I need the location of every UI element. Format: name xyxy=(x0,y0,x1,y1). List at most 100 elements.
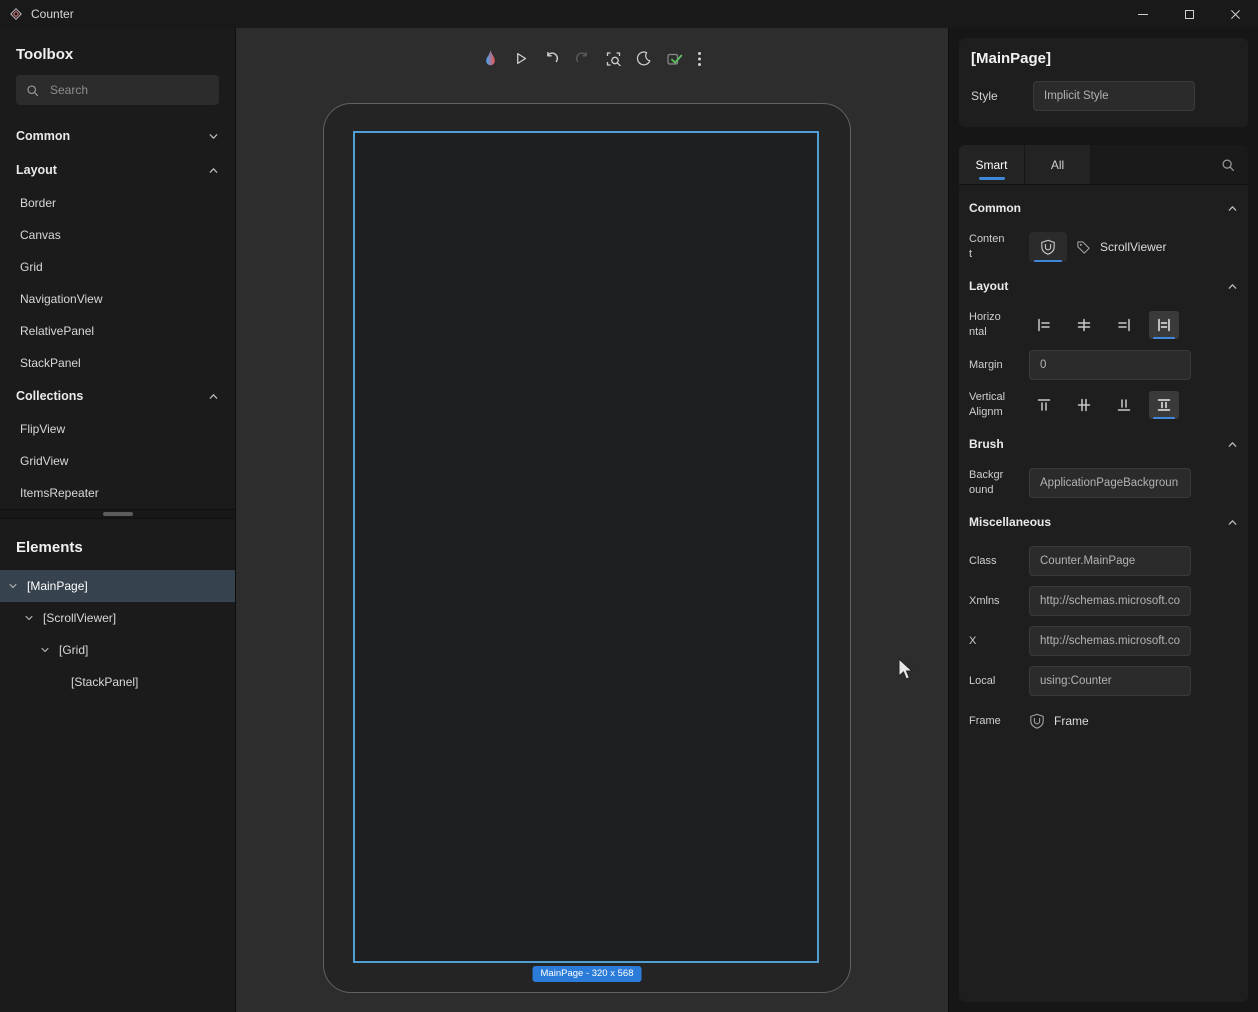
uno-logo-icon xyxy=(1029,713,1045,729)
toolbox-item-border[interactable]: Border xyxy=(0,187,235,219)
chevron-down-icon xyxy=(8,581,20,591)
minimize-icon xyxy=(1138,14,1148,15)
tree-item-label: [Grid] xyxy=(59,643,88,657)
align-vertical-top-button[interactable] xyxy=(1029,391,1059,419)
chevron-up-icon xyxy=(1227,517,1238,528)
section-common[interactable]: Common xyxy=(969,189,1238,227)
toolbox-search[interactable] xyxy=(16,75,219,105)
search-icon xyxy=(1221,158,1235,172)
hot-design-flame-icon[interactable] xyxy=(483,49,499,68)
align-horizontal-left-button[interactable] xyxy=(1029,311,1059,339)
margin-input[interactable] xyxy=(1029,350,1191,380)
design-canvas: MainPage - 320 x 568 xyxy=(236,28,948,1012)
xmlns-input[interactable] xyxy=(1029,586,1191,616)
toolbox-item-canvas[interactable]: Canvas xyxy=(0,219,235,251)
properties-card: Smart All Common Conten t xyxy=(959,145,1248,1002)
maximize-icon xyxy=(1185,10,1194,19)
selected-element-title: [MainPage] xyxy=(971,50,1236,67)
margin-row: Margin xyxy=(969,345,1238,385)
align-horizontal-stretch-button[interactable] xyxy=(1149,311,1179,339)
toolbox-item-navigationview[interactable]: NavigationView xyxy=(0,283,235,315)
more-options-icon[interactable] xyxy=(698,51,702,67)
properties-search-button[interactable] xyxy=(1208,145,1248,184)
section-label: Common xyxy=(16,129,70,143)
zoom-selection-icon[interactable] xyxy=(606,51,622,67)
horizontal-alignment-label: Horizo ntal xyxy=(969,310,1021,340)
tree-item-label: [ScrollViewer] xyxy=(43,611,116,625)
section-brush[interactable]: Brush xyxy=(969,425,1238,463)
section-label: Common xyxy=(969,201,1021,215)
tree-item-stackpanel[interactable]: [StackPanel] xyxy=(0,666,235,698)
vertical-alignment-label: Vertical Alignm xyxy=(969,390,1021,420)
xmlns-row: Xmlns xyxy=(969,581,1238,621)
design-toolbar xyxy=(483,49,702,68)
class-input[interactable] xyxy=(1029,546,1191,576)
chevron-up-icon xyxy=(1227,281,1238,292)
uno-logo-icon xyxy=(1040,239,1056,255)
xmlns-label: Xmlns xyxy=(969,594,1021,609)
content-value[interactable]: ScrollViewer xyxy=(1100,240,1166,254)
toolbox-section-collections[interactable]: Collections xyxy=(0,379,235,413)
chevron-up-icon xyxy=(1227,439,1238,450)
content-element-button[interactable] xyxy=(1029,232,1067,262)
align-horizontal-right-button[interactable] xyxy=(1109,311,1139,339)
local-label: Local xyxy=(969,674,1021,689)
property-inspector: [MainPage] Style Smart All Common xyxy=(948,28,1258,1012)
panel-splitter[interactable] xyxy=(0,509,235,519)
chevron-up-icon xyxy=(1227,203,1238,214)
background-input[interactable] xyxy=(1029,468,1191,498)
search-icon xyxy=(26,84,39,97)
theme-toggle-icon[interactable] xyxy=(637,51,652,66)
local-input[interactable] xyxy=(1029,666,1191,696)
section-layout[interactable]: Layout xyxy=(969,267,1238,305)
toolbox-title: Toolbox xyxy=(0,28,235,75)
tab-smart[interactable]: Smart xyxy=(959,145,1025,184)
device-frame: MainPage - 320 x 568 xyxy=(323,103,851,993)
toolbox-item-itemsrepeater[interactable]: ItemsRepeater xyxy=(0,477,235,509)
margin-label: Margin xyxy=(969,358,1021,373)
align-horizontal-center-button[interactable] xyxy=(1069,311,1099,339)
toolbox-item-stackpanel[interactable]: StackPanel xyxy=(0,347,235,379)
align-vertical-center-button[interactable] xyxy=(1069,391,1099,419)
x-row: X xyxy=(969,621,1238,661)
tab-all[interactable]: All xyxy=(1025,145,1091,184)
align-vertical-stretch-button[interactable] xyxy=(1149,391,1179,419)
mainpage-design-surface[interactable] xyxy=(353,131,819,963)
undo-icon[interactable] xyxy=(544,51,560,67)
local-row: Local xyxy=(969,661,1238,701)
toolbox-search-input[interactable] xyxy=(48,82,209,98)
play-icon[interactable] xyxy=(514,51,529,66)
section-label: Collections xyxy=(16,389,83,403)
mouse-cursor-icon xyxy=(897,658,915,682)
tree-item-scrollviewer[interactable]: [ScrollViewer] xyxy=(0,602,235,634)
toolbox-section-layout[interactable]: Layout xyxy=(0,153,235,187)
close-icon xyxy=(1230,9,1241,20)
toolbox-item-grid[interactable]: Grid xyxy=(0,251,235,283)
elements-title: Elements xyxy=(0,519,235,570)
x-input[interactable] xyxy=(1029,626,1191,656)
window-title: Counter xyxy=(31,7,74,21)
toolbox-section-common[interactable]: Common xyxy=(0,119,235,153)
maximize-button[interactable] xyxy=(1166,0,1212,28)
left-sidebar: Toolbox Common Layout Border Canvas Grid… xyxy=(0,28,236,1012)
toolbox-item-relativepanel[interactable]: RelativePanel xyxy=(0,315,235,347)
validation-check-icon[interactable] xyxy=(667,51,683,67)
section-miscellaneous[interactable]: Miscellaneous xyxy=(969,503,1238,541)
content-property-row: Conten t ScrollViewer xyxy=(969,227,1238,267)
minimize-button[interactable] xyxy=(1120,0,1166,28)
tree-item-grid[interactable]: [Grid] xyxy=(0,634,235,666)
redo-icon[interactable] xyxy=(575,51,591,67)
align-vertical-bottom-button[interactable] xyxy=(1109,391,1139,419)
background-row: Backgr ound xyxy=(969,463,1238,503)
frame-value[interactable]: Frame xyxy=(1054,714,1089,728)
toolbox-item-gridview[interactable]: GridView xyxy=(0,445,235,477)
toolbox-item-flipview[interactable]: FlipView xyxy=(0,413,235,445)
chevron-down-icon xyxy=(40,645,52,655)
inspector-tabs: Smart All xyxy=(959,145,1248,185)
horizontal-alignment-row: Horizo ntal xyxy=(969,305,1238,345)
tree-item-mainpage[interactable]: [MainPage] xyxy=(0,570,235,602)
style-input[interactable] xyxy=(1033,81,1195,111)
class-row: Class xyxy=(969,541,1238,581)
tag-icon[interactable] xyxy=(1076,240,1091,255)
close-button[interactable] xyxy=(1212,0,1258,28)
